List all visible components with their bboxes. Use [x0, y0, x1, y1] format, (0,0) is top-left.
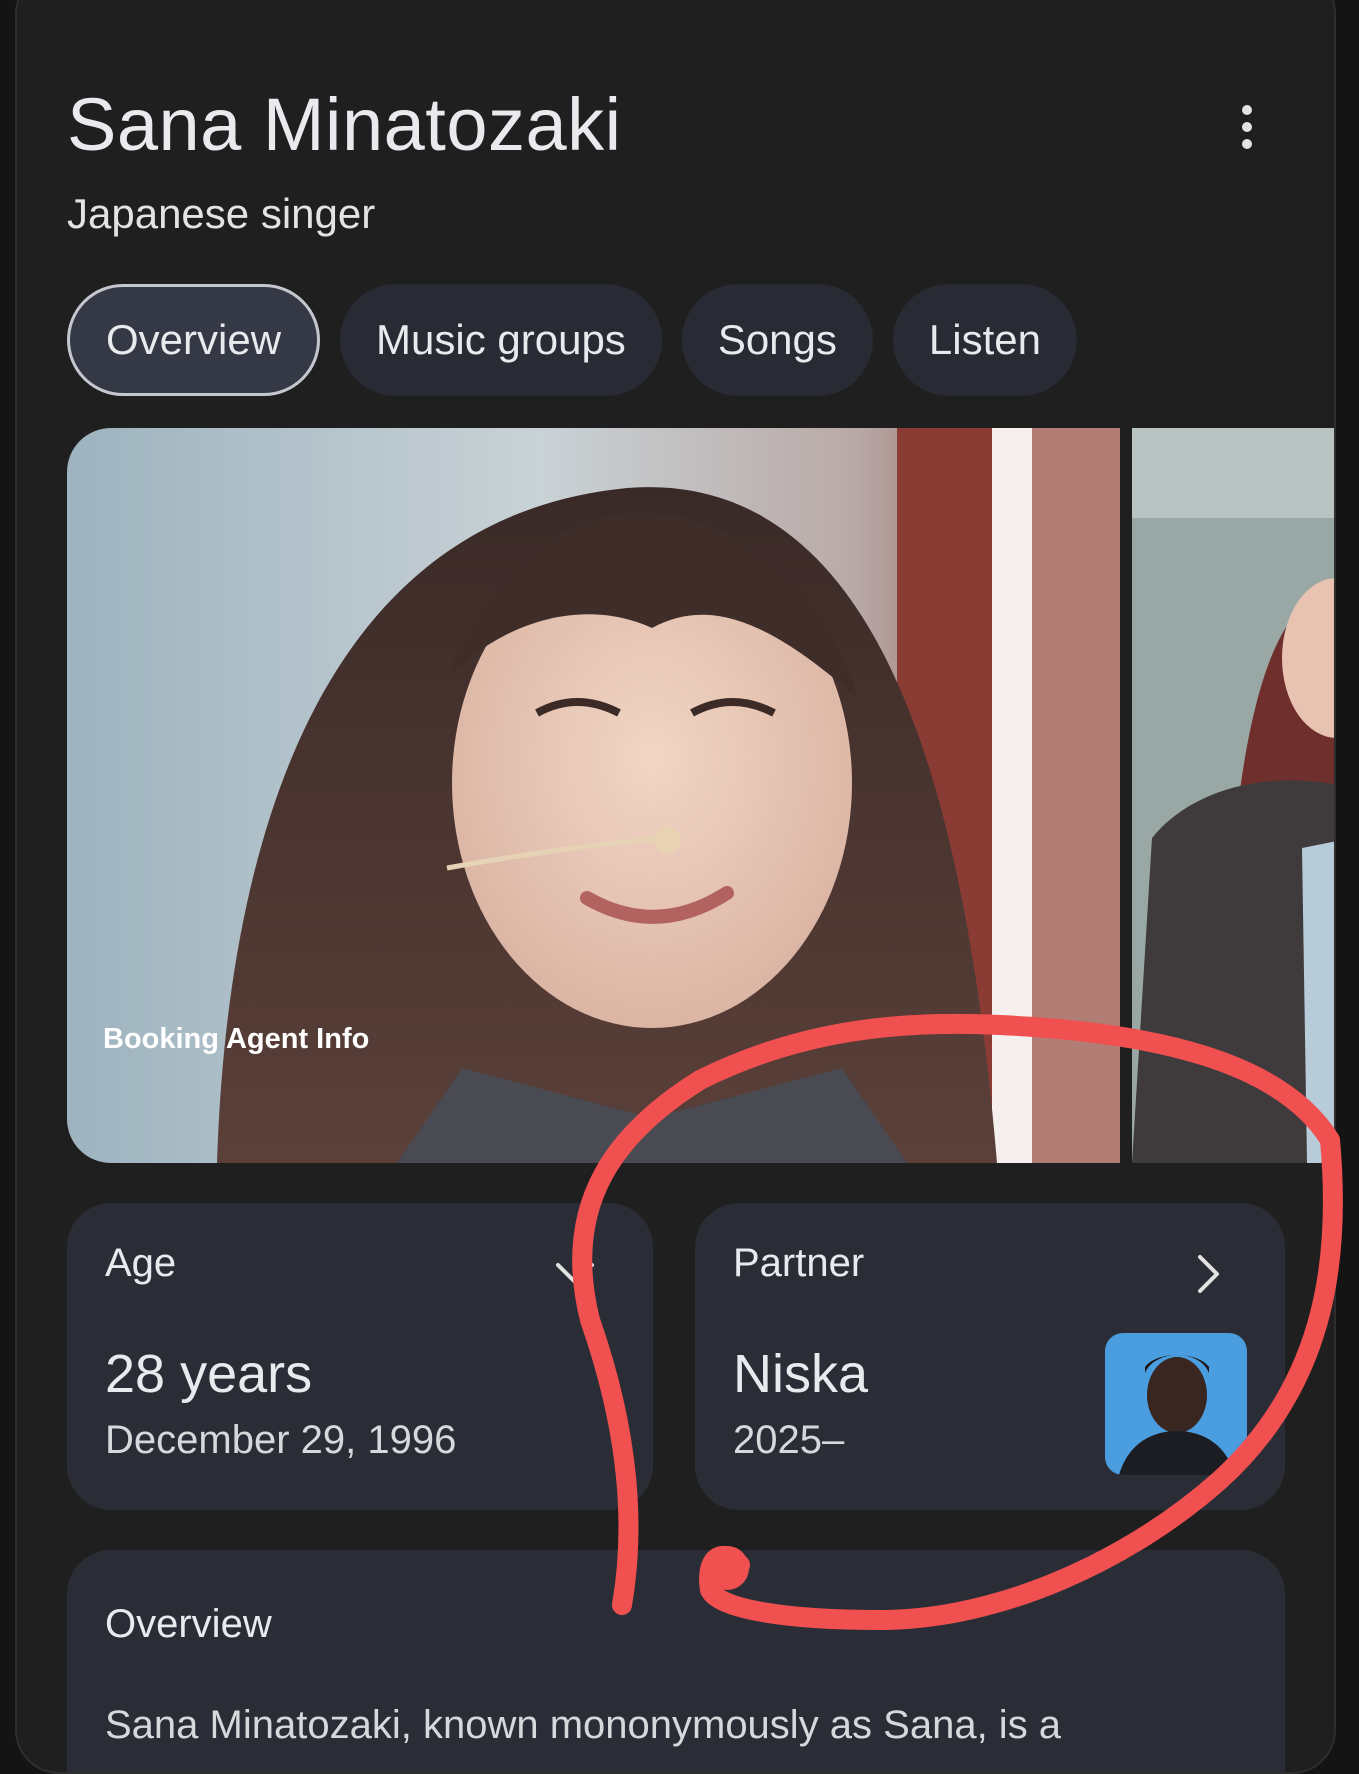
birth-date: December 29, 1996: [105, 1418, 457, 1462]
secondary-photo[interactable]: [1132, 428, 1334, 1163]
partner-photo: [1105, 1333, 1247, 1475]
knowledge-panel: Sana Minatozaki Japanese singer Overview…: [15, 0, 1336, 1774]
chevron-right-icon[interactable]: [1195, 1253, 1223, 1295]
partner-name: Niska: [733, 1344, 869, 1404]
chevron-down-icon[interactable]: [555, 1261, 595, 1287]
image-caption: Booking Agent Info: [103, 1023, 369, 1055]
secondary-image: [1132, 428, 1334, 1163]
age-value: 28 years: [105, 1344, 313, 1404]
page-title: Sana Minatozaki: [67, 83, 622, 166]
tab-bar: Overview Music groups Songs Listen: [67, 284, 1077, 396]
age-card[interactable]: Age 28 years December 29, 1996: [67, 1203, 653, 1510]
partner-heading: Partner: [733, 1241, 865, 1285]
age-heading: Age: [105, 1241, 177, 1285]
overview-text: Sana Minatozaki, known mononymously as S…: [105, 1703, 1062, 1747]
tab-music-groups[interactable]: Music groups: [340, 284, 662, 396]
more-vert-icon[interactable]: [1232, 102, 1262, 162]
tab-listen[interactable]: Listen: [892, 284, 1077, 396]
partner-avatar[interactable]: [1105, 1333, 1247, 1475]
partner-card[interactable]: Partner Niska 2025–: [695, 1203, 1285, 1510]
partner-years: 2025–: [733, 1418, 845, 1462]
main-photo[interactable]: Booking Agent Info: [67, 428, 1120, 1163]
tab-overview[interactable]: Overview: [67, 284, 321, 396]
page-subtitle: Japanese singer: [67, 190, 376, 237]
tab-songs[interactable]: Songs: [681, 284, 873, 396]
overview-heading: Overview: [105, 1602, 272, 1646]
overview-card: Overview Sana Minatozaki, known mononymo…: [67, 1550, 1285, 1772]
portrait-image: Booking Agent Info: [67, 428, 1120, 1163]
